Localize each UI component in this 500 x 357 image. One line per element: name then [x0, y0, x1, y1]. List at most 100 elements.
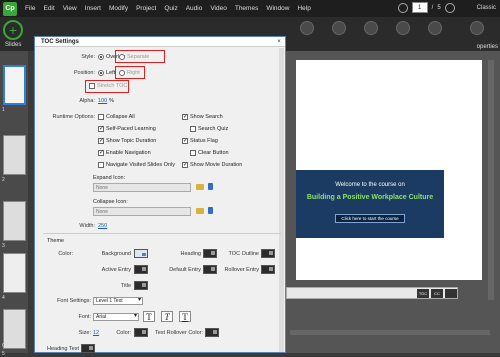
menu-quiz[interactable]: Quiz — [164, 5, 177, 12]
trash-icon[interactable] — [208, 207, 213, 214]
properties-icon[interactable] — [470, 21, 484, 35]
folder-icon[interactable] — [196, 184, 204, 190]
menu-themes[interactable]: Themes — [235, 5, 258, 12]
text-rollover-color-swatch[interactable] — [205, 328, 219, 337]
show-movie-duration-checkbox[interactable] — [182, 161, 188, 168]
folder-icon[interactable] — [196, 208, 204, 214]
toolbar-icon[interactable] — [364, 21, 378, 35]
slide-thumbnail[interactable] — [3, 65, 26, 105]
font-settings-select[interactable]: Level 1 Text — [93, 297, 143, 305]
menu-bar: Cp File Edit View Insert Modify Project … — [0, 0, 500, 17]
rollover-entry-color-swatch[interactable] — [261, 265, 275, 274]
heading-text-color-swatch[interactable] — [81, 344, 95, 353]
background-color-swatch[interactable] — [134, 249, 148, 258]
slide-thumbnail[interactable] — [3, 201, 26, 241]
menu-help[interactable]: Help — [297, 5, 310, 12]
menu-view[interactable]: View — [63, 5, 77, 12]
collapse-icon-label: Collapse Icon: — [93, 199, 128, 205]
menu-insert[interactable]: Insert — [85, 5, 101, 12]
show-movie-duration-label: Show Movie Duration — [190, 162, 243, 168]
slide-thumbnail[interactable] — [3, 253, 26, 293]
heading-text-label: Heading Text — [46, 346, 79, 352]
enable-navigation-checkbox[interactable] — [98, 149, 104, 156]
collapse-icon-field[interactable]: None — [93, 207, 191, 216]
menu-window[interactable]: Window — [266, 5, 289, 12]
bold-style-button[interactable]: T — [143, 311, 155, 322]
show-search-checkbox[interactable] — [182, 113, 188, 120]
properties-label[interactable]: operties — [477, 44, 498, 50]
default-entry-color-swatch[interactable] — [203, 265, 217, 274]
expand-icon-field[interactable]: None — [93, 183, 191, 192]
next-slide-icon[interactable] — [444, 2, 455, 13]
style-overlay-radio[interactable] — [98, 54, 104, 60]
runtime-options-label: Runtime Options: — [52, 114, 96, 120]
page-separator: / — [431, 4, 434, 11]
stage-vertical-scrollbar[interactable] — [488, 60, 494, 300]
captivate-logo: Cp — [3, 1, 17, 16]
default-entry-color-label: Default Entry — [169, 267, 201, 273]
menu-audio[interactable]: Audio — [186, 5, 203, 12]
stretch-toc-checkbox[interactable] — [89, 83, 95, 89]
toc-button[interactable]: TOC — [417, 289, 429, 298]
menu-video[interactable]: Video — [210, 5, 227, 12]
title-color-label: Title — [120, 283, 131, 289]
position-right-radio[interactable] — [119, 70, 125, 76]
font-select[interactable]: Arial — [93, 313, 139, 321]
search-quiz-checkbox[interactable] — [190, 126, 196, 132]
cc-button[interactable]: CC — [431, 289, 443, 298]
width-value[interactable]: 250 — [98, 223, 107, 229]
show-topic-duration-label: Show Topic Duration — [106, 138, 157, 144]
current-page-input[interactable]: 1 — [411, 2, 428, 13]
style-separate-radio[interactable] — [119, 54, 125, 60]
size-value[interactable]: 12 — [93, 330, 99, 336]
style-separate-label: Separate — [127, 54, 150, 60]
status-flag-checkbox[interactable] — [182, 137, 188, 144]
position-label: Position: — [73, 70, 95, 76]
toolbar-icon[interactable] — [332, 21, 346, 35]
toc-outline-color-swatch[interactable] — [261, 249, 275, 258]
clear-button-checkbox[interactable] — [190, 150, 196, 156]
title-color-swatch[interactable] — [134, 281, 148, 290]
position-left-label: Left — [106, 70, 116, 76]
font-color-swatch[interactable] — [134, 328, 148, 337]
trash-icon[interactable] — [208, 183, 213, 190]
toolbar-icon[interactable] — [396, 21, 410, 35]
alpha-label: Alpha: — [79, 98, 95, 104]
self-paced-learning-checkbox[interactable] — [98, 125, 104, 132]
active-entry-color-swatch[interactable] — [134, 265, 148, 274]
banner-welcome-text: Welcome to the course on — [335, 182, 405, 188]
add-slide-button[interactable]: + — [3, 20, 23, 40]
toolbar-icon[interactable] — [428, 21, 442, 35]
toc-settings-dialog: TOC Settings × Style: Overlay Separate P… — [34, 36, 286, 353]
stage-horizontal-scrollbar[interactable] — [290, 330, 490, 335]
position-left-radio[interactable] — [98, 70, 104, 76]
divider — [43, 233, 281, 234]
close-icon[interactable]: × — [275, 38, 283, 46]
font-settings-label: Font Settings: — [57, 298, 91, 304]
start-course-button[interactable]: Click here to start the course — [335, 214, 405, 223]
status-flag-label: Status Flag — [190, 138, 218, 144]
menu-edit[interactable]: Edit — [43, 5, 54, 12]
playbar-extra-icon[interactable] — [445, 289, 457, 298]
italic-style-button[interactable]: T — [161, 311, 173, 322]
heading-color-label: Heading — [180, 251, 202, 257]
toolbar-icon[interactable] — [300, 21, 314, 35]
menu-project[interactable]: Project — [136, 5, 156, 12]
stretch-toc-label: Stretch TOC — [97, 83, 128, 89]
navigate-visited-checkbox[interactable] — [98, 162, 104, 168]
alpha-value[interactable]: 100 — [98, 98, 107, 104]
collapse-all-checkbox[interactable] — [98, 114, 104, 120]
underline-style-button[interactable]: T — [179, 311, 191, 322]
menu-modify[interactable]: Modify — [109, 5, 128, 12]
workspace-select[interactable]: Classic — [477, 5, 496, 11]
prev-slide-icon[interactable] — [397, 2, 408, 13]
heading-color-swatch[interactable] — [203, 249, 217, 258]
slide-thumbnail[interactable] — [3, 135, 26, 175]
show-topic-duration-checkbox[interactable] — [98, 137, 104, 144]
dialog-scrollbar[interactable] — [279, 48, 284, 352]
page-total: 5 — [437, 4, 441, 11]
navigate-visited-label: Navigate Visited Slides Only — [106, 162, 175, 168]
font-color-label: Color: — [116, 330, 131, 336]
expand-icon-label: Expand Icon: — [93, 175, 126, 181]
menu-file[interactable]: File — [25, 5, 35, 12]
